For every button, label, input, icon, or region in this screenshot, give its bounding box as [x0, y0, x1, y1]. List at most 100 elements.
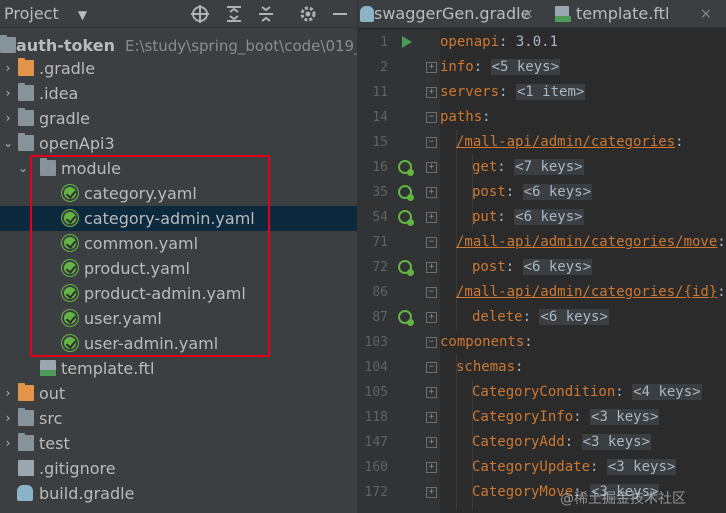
line-number: 35 [372, 185, 388, 200]
chevron-right-icon[interactable]: › [1, 406, 15, 431]
fold-toggle-icon[interactable]: − [426, 112, 437, 123]
close-icon[interactable]: × [700, 0, 712, 27]
yaml-value: : [499, 84, 516, 100]
fold-toggle-icon[interactable]: + [426, 212, 437, 223]
fold-toggle-icon[interactable]: − [426, 362, 437, 373]
fold-toggle-icon[interactable]: + [426, 87, 437, 98]
tree-item-label: openApi3 [39, 134, 115, 153]
yaml-key: post [472, 259, 506, 275]
chevron-down-icon[interactable]: ⌄ [1, 131, 15, 156]
tree-row[interactable]: › .gradle [0, 56, 357, 81]
chevron-right-icon[interactable]: › [1, 431, 15, 456]
line-number: 105 [364, 385, 388, 400]
root-path: E:\study\spring_boot\code\019_re [124, 37, 357, 55]
tree-row[interactable]: › out [0, 381, 357, 406]
tree-row[interactable]: ⌄ openApi3 [0, 131, 357, 156]
watermark: @稀土掘金技术社区 [560, 491, 686, 507]
fold-toggle-icon[interactable]: + [426, 187, 437, 198]
tree-row-root[interactable]: ⌄ auth-tokenE:\study\spring_boot\code\01… [0, 33, 357, 58]
yaml-value: : [590, 459, 607, 475]
chevron-down-icon[interactable]: ⌄ [16, 156, 30, 181]
tree-row[interactable]: › .idea [0, 81, 357, 106]
fold-toggle-icon[interactable]: + [426, 412, 437, 423]
line-number: 2 [380, 60, 388, 75]
yaml-key: info [440, 59, 474, 75]
folded-region[interactable]: <7 keys> [514, 159, 584, 175]
settings-icon[interactable] [298, 4, 318, 24]
yaml-value: : [473, 59, 491, 75]
line-number: 16 [372, 160, 388, 175]
tree-row[interactable]: › test [0, 431, 357, 456]
tree-row[interactable]: template.ftl [0, 356, 357, 381]
fold-toggle-icon[interactable]: + [426, 262, 437, 273]
chevron-right-icon[interactable]: › [1, 106, 15, 131]
fold-toggle-icon[interactable]: − [426, 137, 437, 148]
fold-toggle-icon[interactable]: + [426, 387, 437, 398]
fold-toggle-icon[interactable]: + [426, 162, 437, 173]
folded-region[interactable]: <3 keys> [581, 434, 652, 450]
tree-item-label: template.ftl [61, 359, 155, 378]
yaml-key: CategoryUpdate [472, 459, 591, 475]
chevron-right-icon[interactable]: › [1, 81, 15, 106]
yaml-key: CategoryInfo [472, 409, 574, 425]
tree-row[interactable]: › gradle [0, 106, 357, 131]
folded-region[interactable]: <6 keys> [522, 184, 593, 200]
tree-row[interactable]: › src [0, 406, 357, 431]
yaml-key: get [472, 159, 498, 175]
folded-region[interactable]: <6 keys> [522, 259, 593, 275]
code-line: post: <6 keys> [472, 255, 593, 280]
folded-region[interactable]: <6 keys> [514, 209, 584, 225]
run-icon[interactable] [402, 36, 412, 48]
highlight-box [30, 155, 270, 357]
yaml-key: CategoryCondition [472, 384, 616, 400]
code-line: /mall-api/admin/categories: [456, 130, 684, 155]
generate-request-icon[interactable] [398, 185, 414, 201]
project-panel: Project ▼ ⌄ auth-tokenE:\study\spring_bo… [0, 0, 357, 513]
close-icon[interactable]: × [522, 0, 534, 27]
folded-region[interactable]: <3 keys> [606, 459, 677, 475]
fold-toggle-icon[interactable]: − [426, 287, 437, 298]
project-view-selector[interactable]: Project ▼ [4, 4, 87, 23]
generate-request-icon[interactable] [398, 260, 414, 276]
tree-row[interactable]: .gitignore [0, 456, 357, 481]
fold-toggle-icon[interactable]: − [426, 237, 437, 248]
fold-toggle-icon[interactable]: + [426, 462, 437, 473]
locate-icon[interactable] [190, 4, 210, 24]
hide-icon[interactable] [330, 4, 350, 24]
generate-request-icon[interactable] [398, 160, 414, 176]
yaml-value: : [615, 384, 633, 400]
folded-region[interactable]: <3 keys> [590, 409, 660, 425]
tree-item-label: .idea [39, 84, 79, 103]
code-line: /mall-api/admin/categories/move: [456, 230, 726, 255]
tree-item-label: gradle [39, 109, 90, 128]
generate-request-icon[interactable] [398, 310, 414, 326]
folded-region[interactable]: <4 keys> [632, 384, 702, 400]
line-number: 172 [364, 485, 388, 500]
tree-row[interactable]: build.gradle [0, 481, 357, 506]
yaml-value: : [505, 184, 523, 200]
line-number: 1 [380, 35, 388, 50]
chevron-down-icon: ▼ [77, 8, 88, 22]
expand-all-icon[interactable] [224, 4, 244, 24]
folded-region[interactable]: <1 item> [515, 84, 586, 100]
ftl-file-icon [40, 360, 56, 376]
fold-toggle-icon[interactable]: − [426, 337, 437, 348]
chevron-right-icon[interactable]: › [1, 381, 15, 406]
folded-region[interactable]: <6 keys> [539, 309, 609, 325]
fold-toggle-icon[interactable]: + [426, 487, 437, 498]
line-number: 71 [372, 235, 388, 250]
yaml-key: post [472, 184, 506, 200]
yaml-value: : [515, 359, 524, 375]
yaml-value: : 3.0.1 [499, 34, 559, 50]
code-line: servers: <1 item> [440, 80, 586, 105]
fold-toggle-icon[interactable]: + [426, 312, 437, 323]
generate-request-icon[interactable] [398, 210, 414, 226]
fold-toggle-icon[interactable]: + [426, 62, 437, 73]
yaml-value: : [497, 159, 515, 175]
text-file-icon [18, 460, 34, 476]
folded-region[interactable]: <5 keys> [490, 59, 561, 75]
fold-toggle-icon[interactable]: + [426, 437, 437, 448]
chevron-right-icon[interactable]: › [1, 56, 15, 81]
code-line: info: <5 keys> [440, 55, 561, 80]
collapse-all-icon[interactable] [256, 4, 276, 24]
